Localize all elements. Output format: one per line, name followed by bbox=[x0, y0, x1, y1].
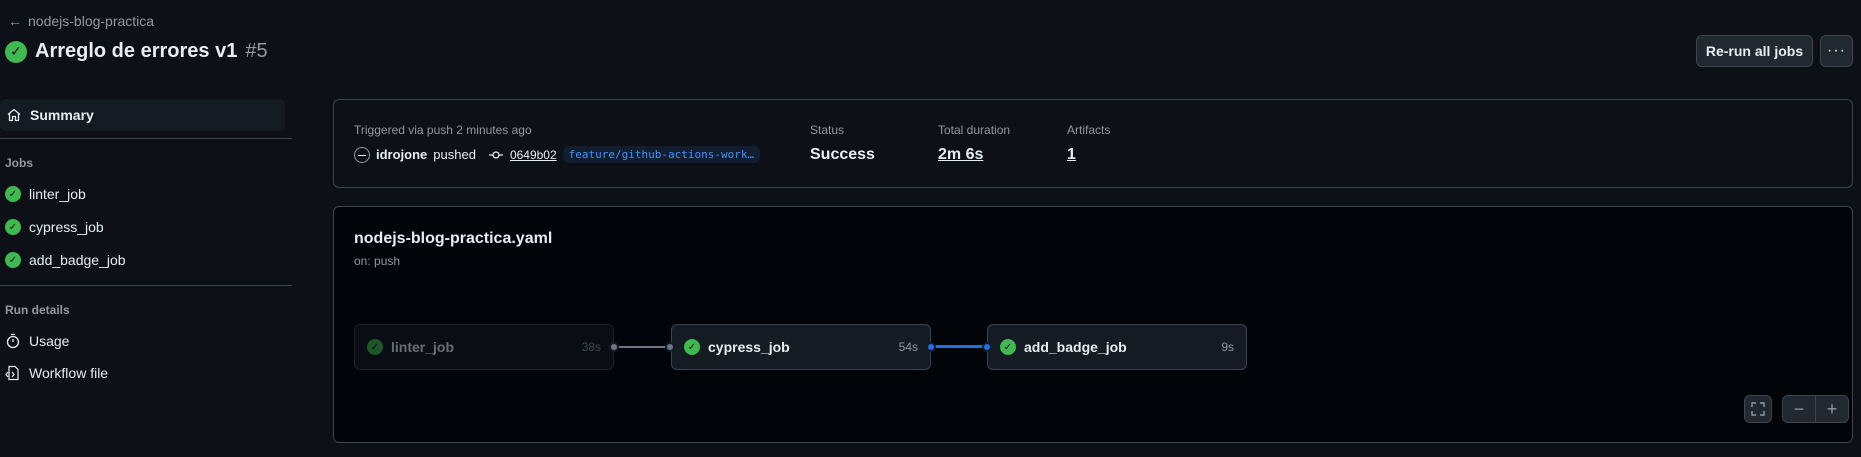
sidebar-item-summary[interactable]: Summary bbox=[0, 99, 285, 131]
run-details-heading: Run details bbox=[5, 303, 70, 317]
success-check-icon: ✓ bbox=[5, 252, 21, 268]
duration-link[interactable]: 2m 6s bbox=[938, 146, 983, 164]
branch-tag[interactable]: feature/github-actions-work… bbox=[562, 146, 761, 163]
sidebar-item-label: Usage bbox=[29, 333, 70, 349]
plus-icon: + bbox=[1826, 398, 1838, 419]
status-value: Success bbox=[810, 146, 875, 163]
sidebar-item-linter-job[interactable]: ✓ linter_job bbox=[5, 186, 86, 202]
jobs-heading: Jobs bbox=[5, 156, 34, 170]
success-check-icon: ✓ bbox=[5, 219, 21, 235]
graph-edge-highlighted bbox=[930, 345, 986, 348]
git-commit-icon bbox=[488, 147, 504, 163]
sidebar-divider bbox=[0, 285, 292, 286]
success-check-icon: ✓ bbox=[5, 186, 21, 202]
zoom-in-button[interactable]: + bbox=[1815, 395, 1849, 423]
success-check-icon: ✓ bbox=[5, 40, 27, 63]
kebab-horizontal-icon: ··· bbox=[1827, 42, 1846, 59]
fullscreen-button[interactable] bbox=[1744, 395, 1772, 423]
workflow-file-name: nodejs-blog-practica.yaml bbox=[354, 230, 553, 247]
sidebar-item-label: linter_job bbox=[29, 186, 86, 202]
home-icon bbox=[6, 107, 22, 123]
stopwatch-icon bbox=[5, 333, 21, 349]
graph-port bbox=[926, 342, 936, 352]
sidebar-item-label: cypress_job bbox=[29, 219, 104, 235]
artifacts-label: Artifacts bbox=[1067, 123, 1111, 137]
job-name: cypress_job bbox=[708, 339, 790, 355]
sidebar-item-add-badge-job[interactable]: ✓ add_badge_job bbox=[5, 252, 126, 268]
job-name: add_badge_job bbox=[1024, 339, 1127, 355]
minus-icon: − bbox=[1793, 398, 1805, 419]
sidebar-item-label: Summary bbox=[30, 107, 94, 123]
job-duration: 54s bbox=[898, 340, 918, 354]
graph-job-cypress[interactable]: ✓ cypress_job 54s bbox=[671, 324, 931, 370]
graph-port bbox=[665, 342, 675, 352]
page-title: ✓ Arreglo de errores v1 #5 bbox=[5, 40, 268, 63]
workflow-graph-panel: nodejs-blog-practica.yaml on: push ✓ lin… bbox=[333, 206, 1853, 443]
job-duration: 9s bbox=[1221, 340, 1234, 354]
sidebar-item-label: Workflow file bbox=[29, 365, 109, 381]
workflow-trigger: on: push bbox=[354, 254, 401, 268]
job-duration: 38s bbox=[581, 340, 601, 354]
graph-job-add-badge[interactable]: ✓ add_badge_job 9s bbox=[987, 324, 1247, 370]
status-label: Status bbox=[810, 123, 845, 137]
arrow-left-icon: ← bbox=[8, 13, 22, 29]
graph-job-linter[interactable]: ✓ linter_job 38s bbox=[354, 324, 614, 370]
repo-name: nodejs-blog-practica bbox=[28, 13, 155, 29]
graph-edge bbox=[613, 346, 669, 348]
back-link[interactable]: ← nodejs-blog-practica bbox=[8, 13, 154, 29]
sidebar-divider bbox=[0, 138, 292, 139]
user-link[interactable]: idrojone bbox=[376, 147, 427, 162]
trigger-details: idrojone pushed 0649b02 feature/github-a… bbox=[354, 146, 761, 163]
success-check-icon: ✓ bbox=[367, 339, 383, 355]
sidebar-item-usage[interactable]: Usage bbox=[5, 333, 69, 349]
sidebar-item-label: add_badge_job bbox=[29, 252, 126, 268]
more-options-button[interactable]: ··· bbox=[1820, 35, 1853, 67]
sidebar-item-workflow-file[interactable]: Workflow file bbox=[5, 365, 108, 381]
graph-port bbox=[982, 342, 992, 352]
action-text: pushed bbox=[433, 147, 476, 162]
duration-label: Total duration bbox=[938, 123, 1011, 137]
success-check-icon: ✓ bbox=[684, 339, 700, 355]
success-check-icon: ✓ bbox=[1000, 339, 1016, 355]
file-code-icon bbox=[5, 365, 21, 381]
run-title: Arreglo de errores v1 bbox=[35, 40, 238, 62]
sidebar-item-cypress-job[interactable]: ✓ cypress_job bbox=[5, 219, 104, 235]
artifacts-link[interactable]: 1 bbox=[1067, 146, 1076, 164]
rerun-all-jobs-button[interactable]: Re-run all jobs bbox=[1696, 35, 1813, 67]
zoom-out-button[interactable]: − bbox=[1782, 395, 1816, 423]
commit-link[interactable]: 0649b02 bbox=[510, 148, 557, 162]
avatar[interactable] bbox=[354, 146, 370, 163]
run-number: #5 bbox=[245, 40, 268, 62]
triggered-text: Triggered via push 2 minutes ago bbox=[354, 123, 532, 137]
fullscreen-icon bbox=[1750, 401, 1766, 417]
job-name: linter_job bbox=[391, 339, 455, 355]
graph-port bbox=[609, 342, 619, 352]
run-info-panel: Triggered via push 2 minutes ago idrojon… bbox=[333, 99, 1853, 188]
